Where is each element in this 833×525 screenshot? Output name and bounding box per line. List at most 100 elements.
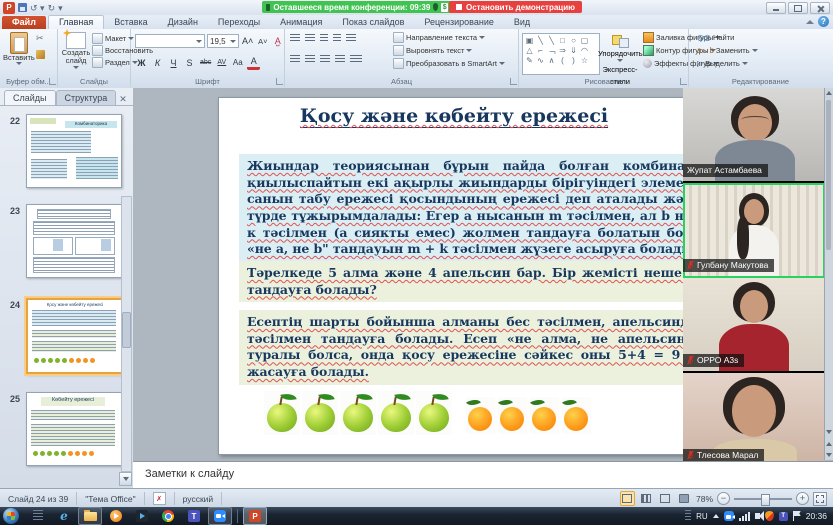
slide-thumbnail-23[interactable] [26, 204, 122, 278]
tray-zoom-icon[interactable] [724, 511, 734, 521]
security-tray-icon[interactable] [765, 511, 774, 521]
zoom-percentage[interactable]: 78% [696, 494, 713, 504]
zoom-app-icon[interactable] [208, 507, 232, 525]
tab-review[interactable]: Рецензирование [414, 16, 504, 29]
text-shadow-button[interactable]: S [183, 57, 196, 69]
justify-icon[interactable] [335, 55, 345, 63]
save-icon[interactable] [18, 3, 27, 12]
chrome-icon[interactable] [156, 507, 180, 525]
maximize-button[interactable] [788, 2, 808, 14]
sidebar-scroll-down-icon[interactable] [119, 472, 132, 486]
sidebar-scrollbar[interactable] [121, 196, 132, 472]
minimize-button[interactable] [766, 2, 786, 14]
align-center-icon[interactable] [305, 55, 315, 63]
new-slide-button[interactable]: Создать слайд [60, 32, 92, 69]
convert-smartart-button[interactable]: Преобразовать в SmartArt [393, 58, 505, 69]
normal-view-button[interactable] [620, 491, 635, 506]
slide-thumbnail-22[interactable]: Комбинаторика [26, 114, 122, 188]
tray-teams-icon[interactable]: T [779, 512, 788, 521]
media-player-dark-icon[interactable] [130, 507, 154, 525]
show-hidden-icons-icon[interactable] [713, 514, 719, 518]
close-button[interactable] [810, 2, 830, 14]
spellcheck-cell[interactable]: ✗ [145, 492, 175, 505]
format-painter-icon[interactable] [36, 50, 45, 59]
tab-outline[interactable]: Структура [56, 90, 117, 105]
dialog-launcher-icon[interactable] [680, 78, 687, 85]
cut-icon[interactable]: ✂ [36, 33, 45, 44]
tab-insert[interactable]: Вставка [104, 16, 157, 29]
bullets-icon[interactable] [290, 34, 300, 42]
volume-icon[interactable] [755, 513, 760, 519]
tray-language-indicator[interactable]: RU [696, 512, 708, 521]
italic-button[interactable]: К [151, 57, 164, 69]
zoom-in-icon[interactable]: + [796, 492, 809, 505]
dialog-launcher-icon[interactable] [49, 78, 56, 85]
slide-sorter-view-button[interactable] [639, 491, 654, 506]
taskbar-list-icon[interactable] [26, 507, 50, 525]
network-icon[interactable] [739, 512, 750, 521]
decrease-indent-icon[interactable] [320, 34, 328, 42]
stop-sharing-button[interactable]: Остановить демонстрацию [449, 1, 582, 13]
line-spacing-icon[interactable] [346, 34, 356, 42]
file-explorer-icon[interactable] [78, 507, 102, 525]
zoom-out-icon[interactable]: − [717, 492, 730, 505]
help-icon[interactable]: ? [818, 16, 829, 27]
collapse-ribbon-icon[interactable] [806, 20, 814, 24]
align-text-button[interactable]: Выровнять текст [393, 45, 505, 56]
undo-icon[interactable]: ↺ ▾ [30, 3, 45, 13]
tab-view[interactable]: Вид [504, 16, 540, 29]
reading-view-button[interactable] [658, 491, 673, 506]
tab-transitions[interactable]: Переходы [208, 16, 270, 29]
zoom-slider-thumb[interactable] [761, 494, 770, 506]
font-name-combo[interactable] [135, 34, 205, 48]
start-button[interactable] [3, 508, 19, 524]
tab-slides[interactable]: Слайды [4, 90, 56, 105]
powerpoint-taskbar-icon[interactable]: P [243, 507, 267, 525]
bold-button[interactable]: Ж [135, 57, 148, 69]
dollar-icon[interactable]: $ [441, 3, 448, 12]
dialog-launcher-icon[interactable] [510, 78, 517, 85]
qat-customize-icon[interactable]: ▾ [58, 3, 63, 13]
numbering-icon[interactable] [305, 34, 315, 42]
internet-explorer-icon[interactable]: e [52, 507, 76, 525]
paste-button[interactable]: Вставить [3, 32, 35, 65]
align-right-icon[interactable] [320, 55, 330, 63]
tab-home[interactable]: Главная [48, 15, 104, 29]
shapes-gallery[interactable]: ▣╲╲□○▢ △⌐﹁⇒⇓◠ ✎∿∧()☆ [522, 33, 600, 75]
select-button[interactable]: ▷Выделить [697, 58, 758, 69]
align-left-icon[interactable] [290, 55, 300, 63]
participant-video-3[interactable]: ОРРО А3s [683, 278, 825, 373]
shrink-font-icon[interactable]: A˅ [256, 35, 269, 47]
tab-slideshow[interactable]: Показ слайдов [332, 16, 414, 29]
font-size-combo[interactable]: 19,5 [207, 34, 239, 48]
slide-thumbnail-25[interactable]: Көбейту ережесі [26, 392, 122, 466]
underline-button[interactable]: Ч [167, 57, 180, 69]
slide-thumbnail-24-selected[interactable]: Қосу және көбейту ережесі [26, 298, 124, 374]
tab-file[interactable]: Файл [2, 16, 46, 29]
dialog-launcher-icon[interactable] [276, 78, 283, 85]
tab-design[interactable]: Дизайн [158, 16, 208, 29]
media-player-orange-icon[interactable] [104, 507, 128, 525]
text-direction-button[interactable]: Направление текста [393, 32, 505, 43]
action-center-flag-icon[interactable] [793, 511, 801, 521]
find-button[interactable]: ◎◎Найти [697, 32, 758, 43]
participant-video-4[interactable]: Тлесова Марал [683, 373, 825, 468]
tab-animations[interactable]: Анимация [270, 16, 332, 29]
language-indicator[interactable]: русский [175, 492, 223, 505]
zoom-slider[interactable] [734, 498, 792, 500]
strikethrough-button[interactable]: abc [199, 57, 212, 69]
teams-icon[interactable]: T [182, 507, 206, 525]
font-color-button[interactable]: A [247, 55, 260, 70]
participant-video-1[interactable]: Жупат Астамбаева [683, 88, 825, 183]
participant-video-2-active-speaker[interactable]: Гулбану Макутова [683, 183, 825, 278]
grow-font-icon[interactable]: A˄ [241, 35, 254, 47]
clear-formatting-icon[interactable]: A̺ [271, 35, 284, 47]
arrange-button[interactable]: Упорядочить [598, 49, 643, 58]
notes-pane[interactable]: Заметки к слайду [133, 461, 833, 489]
redo-icon[interactable]: ↻ [48, 3, 56, 13]
replace-button[interactable]: a→bЗаменить [697, 45, 758, 56]
security-shield-icon[interactable] [433, 3, 438, 11]
video-panel-scrollbar[interactable] [824, 88, 833, 460]
character-spacing-button[interactable]: AV [215, 57, 228, 69]
slideshow-view-button[interactable] [677, 491, 692, 506]
